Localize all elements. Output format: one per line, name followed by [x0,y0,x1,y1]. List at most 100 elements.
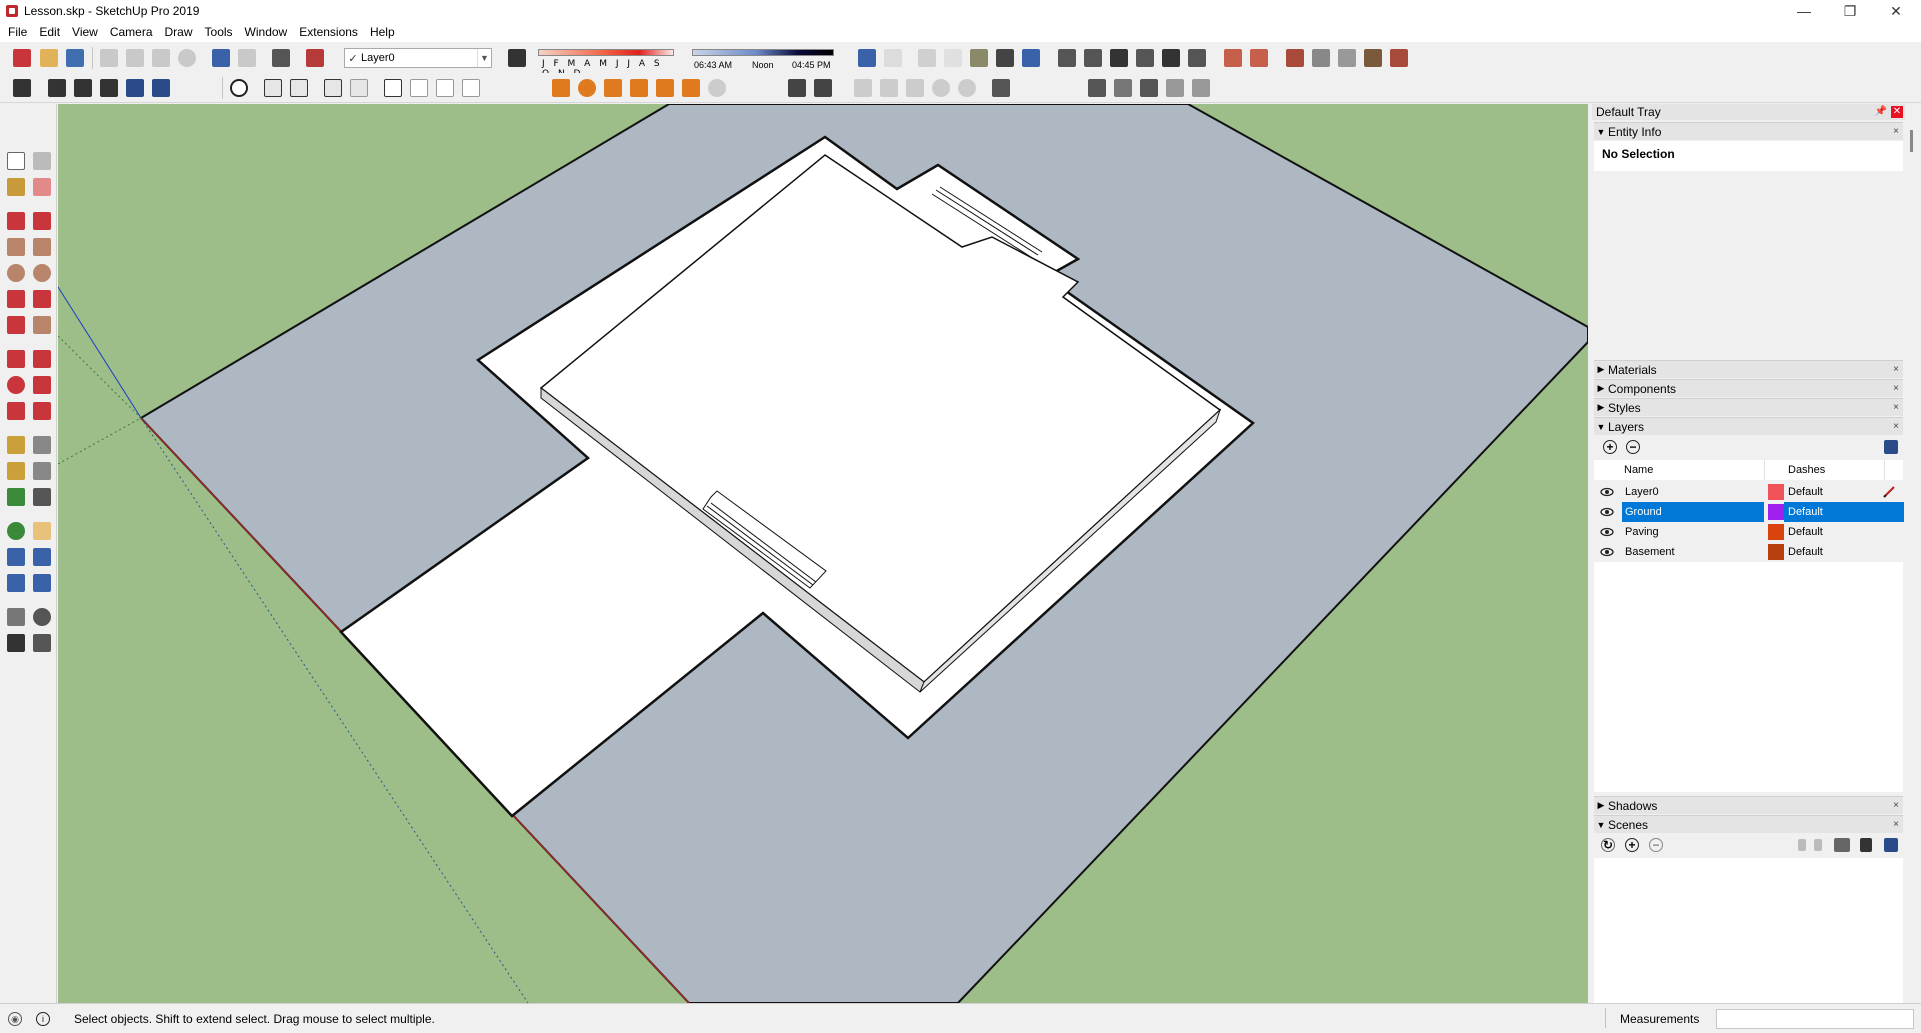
paste-icon[interactable] [152,49,170,67]
three-point-arc-icon[interactable] [7,316,25,334]
right-view-icon[interactable] [1136,49,1154,67]
flip-edge-icon[interactable] [1390,49,1408,67]
menu-extensions[interactable]: Extensions [293,25,364,39]
sandbox-from-contours-icon[interactable] [1224,49,1242,67]
layers-details-icon[interactable] [1884,440,1898,454]
layer-dashes[interactable]: Default [1784,522,1904,542]
menu-draw[interactable]: Draw [159,25,199,39]
trimble-connect-icon[interactable] [1166,79,1184,97]
materials-header[interactable]: ▶ Materials × [1594,360,1903,378]
model-info-icon[interactable] [306,49,324,67]
style-c-icon[interactable] [906,79,924,97]
protractor-tool-icon[interactable] [7,462,25,480]
sun-icon[interactable] [656,79,674,97]
text-tool-icon[interactable] [708,79,726,97]
dynamic-components-icon[interactable] [1192,79,1210,97]
arc-icon[interactable] [7,290,25,308]
menu-help[interactable]: Help [364,25,401,39]
dimension-icon[interactable] [682,79,700,97]
photo-textures-icon[interactable] [1140,79,1158,97]
delete-scene-icon[interactable]: − [1649,838,1663,852]
position-camera-tool-icon[interactable] [7,608,25,626]
erase-icon[interactable] [178,49,196,67]
top-view-icon[interactable] [1084,49,1102,67]
scenes-details-icon[interactable] [1884,838,1898,852]
column-dashes[interactable]: Dashes [1788,464,1825,476]
polygon-icon[interactable] [33,264,51,282]
style-d-icon[interactable] [932,79,950,97]
view-options-icon[interactable] [1834,838,1850,852]
section-plane-icon[interactable] [324,79,342,97]
rotated-rectangle-icon[interactable] [33,238,51,256]
visibility-eye-icon[interactable] [1600,486,1614,498]
add-detail-icon[interactable] [1364,49,1382,67]
layer-color-swatch[interactable] [1768,544,1784,560]
delete-layer-icon[interactable]: − [1626,440,1640,454]
component-icon[interactable] [410,79,428,97]
close-button[interactable]: ✕ [1873,0,1919,22]
geo-location-icon[interactable]: ◉ [8,1012,22,1026]
model-viewport[interactable] [58,104,1588,1003]
shadows-header[interactable]: ▶ Shadows × [1594,796,1903,814]
layer-name[interactable]: Ground [1622,502,1764,522]
close-icon[interactable]: × [1889,800,1903,811]
layer-row-ground[interactable]: Ground Default [1594,502,1904,522]
layer-name[interactable]: Paving [1622,522,1764,542]
section-plane-tool-icon[interactable] [33,634,51,652]
layout-send-icon[interactable] [152,79,170,97]
line-tool-icon[interactable] [7,212,25,230]
share-component-icon[interactable] [74,79,92,97]
front-view-icon[interactable] [1110,49,1128,67]
layer-row-paving[interactable]: Paving Default [1594,522,1903,542]
outer-shell-icon[interactable] [264,79,282,97]
save-icon[interactable] [66,49,84,67]
layer-color-swatch[interactable] [1768,504,1784,520]
follow-me-tool-icon[interactable] [33,376,51,394]
layer-name[interactable]: Basement [1622,542,1764,562]
share-model-icon[interactable] [48,79,66,97]
scale-icon[interactable] [7,402,25,420]
components-header[interactable]: ▶ Components × [1594,379,1903,397]
layer-color-icon[interactable] [508,49,526,67]
undo-icon[interactable] [212,49,230,67]
maximize-button[interactable]: ❐ [1827,0,1873,22]
rotate-icon[interactable] [7,376,25,394]
copy-icon[interactable] [126,49,144,67]
extension-manager-icon[interactable] [126,79,144,97]
move-scene-up-icon[interactable] [1798,839,1806,851]
pan-icon[interactable] [33,522,51,540]
cut-icon[interactable] [100,49,118,67]
monochrome-icon[interactable] [1022,49,1040,67]
toggle-terrain-icon[interactable] [1114,79,1132,97]
wireframe-icon[interactable] [918,49,936,67]
menu-camera[interactable]: Camera [104,25,159,39]
3d-text-icon[interactable] [33,488,51,506]
stamp-icon[interactable] [1312,49,1330,67]
axes-icon[interactable] [630,79,648,97]
menu-file[interactable]: File [2,25,33,39]
extension-warehouse-icon[interactable] [100,79,118,97]
rectangle-icon[interactable] [7,238,25,256]
circle-icon[interactable] [7,264,25,282]
section-display-icon[interactable] [350,79,368,97]
menu-tools[interactable]: Tools [199,25,239,39]
protractor-icon[interactable] [604,79,622,97]
layer-dashes[interactable]: Default [1784,542,1904,562]
group-icon[interactable] [384,79,402,97]
3d-warehouse-icon[interactable] [13,79,31,97]
back-view-icon[interactable] [1162,49,1180,67]
freehand-icon[interactable] [33,212,51,230]
close-icon[interactable]: × [1889,421,1903,432]
paint-bucket-icon[interactable] [7,178,25,196]
info-icon[interactable]: i [36,1012,50,1026]
tray-close-button[interactable]: ✕ [1891,106,1903,118]
hidden-line-icon[interactable] [944,49,962,67]
menu-edit[interactable]: Edit [33,25,66,39]
dimension-tool-icon[interactable] [33,436,51,454]
scene-thumbnails-icon[interactable] [1860,838,1872,852]
zoom-window-icon[interactable] [33,548,51,566]
pin-icon[interactable]: 📌 [1875,106,1887,117]
scenes-header[interactable]: ▼ Scenes × [1594,815,1903,833]
column-name[interactable]: Name [1624,464,1653,476]
shadow-date-slider[interactable]: J F M A M J J A S O N D [538,47,674,79]
